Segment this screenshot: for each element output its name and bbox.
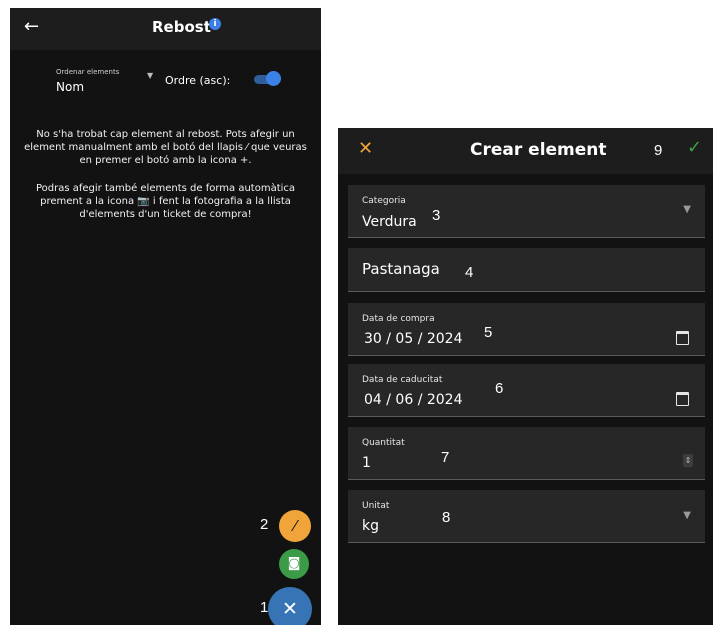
data-compra-field[interactable]: Data de compra 30 / 05 / 2024 [348, 303, 705, 356]
data-compra-label: Data de compra [362, 314, 435, 324]
crear-element-screen: ✕ Crear element 9 ✓ Categoria Verdura ▼ … [338, 128, 713, 625]
close-icon[interactable]: ✕ [358, 138, 373, 159]
quantitat-value: 1 [362, 455, 371, 471]
empty-message: No s'ha trobat cap element al rebost. Po… [24, 129, 307, 166]
unitat-value: kg [362, 518, 379, 534]
annotation-2: 2 [260, 516, 269, 533]
close-fab-icon[interactable]: ✕ [268, 587, 312, 625]
toggle-knob [266, 71, 281, 86]
data-caducitat-label: Data de caducitat [362, 375, 443, 385]
page-title: Rebost [152, 18, 211, 36]
rebost-header: ← Rebost i [10, 8, 321, 50]
check-icon[interactable]: ✓ [687, 137, 702, 158]
order-label: Ordre (asc): [165, 74, 231, 87]
chevron-down-icon: ▼ [683, 204, 691, 215]
data-caducitat-field[interactable]: Data de caducitat 04 / 06 / 2024 [348, 364, 705, 417]
annotation-4: 4 [465, 264, 474, 281]
auto-add-message: Podras afegir també elements de forma au… [35, 183, 296, 220]
info-icon[interactable]: i [209, 18, 221, 30]
quantitat-field[interactable]: Quantitat 1 ⇕ [348, 427, 705, 480]
data-caducitat-value: 04 / 06 / 2024 [364, 392, 463, 408]
categoria-value: Verdura [362, 214, 417, 230]
categoria-select[interactable]: Categoria Verdura ▼ [348, 185, 705, 238]
nom-value: Pastanaga [362, 260, 440, 278]
annotation-3: 3 [432, 207, 441, 224]
calendar-icon[interactable] [676, 392, 689, 406]
categoria-label: Categoria [362, 196, 406, 206]
camera-icon[interactable]: ◙ [279, 549, 309, 579]
chevron-down-icon: ▼ [683, 510, 691, 521]
annotation-7: 7 [441, 449, 450, 466]
annotation-5: 5 [484, 324, 493, 341]
back-arrow-icon[interactable]: ← [24, 16, 39, 37]
annotation-8: 8 [442, 509, 451, 526]
unitat-label: Unitat [362, 501, 390, 511]
data-compra-value: 30 / 05 / 2024 [364, 331, 463, 347]
unitat-select[interactable]: Unitat kg ▼ [348, 490, 705, 543]
stepper-icon[interactable]: ⇕ [683, 454, 693, 467]
calendar-icon[interactable] [676, 331, 689, 345]
pencil-icon[interactable]: ⁄ [279, 510, 311, 542]
annotation-6: 6 [495, 380, 504, 397]
crear-element-header: ✕ Crear element 9 ✓ [338, 128, 713, 174]
annotation-9: 9 [654, 142, 663, 159]
sort-label: Ordenar elements [56, 68, 120, 76]
chevron-down-icon: ▼ [147, 71, 154, 80]
rebost-screen: ← Rebost i Ordenar elements Nom ▼ Ordre … [10, 8, 321, 625]
page-title: Crear element [470, 140, 607, 160]
nom-field[interactable]: Pastanaga [348, 248, 705, 292]
quantitat-label: Quantitat [362, 438, 405, 448]
sort-value: Nom [56, 80, 85, 94]
